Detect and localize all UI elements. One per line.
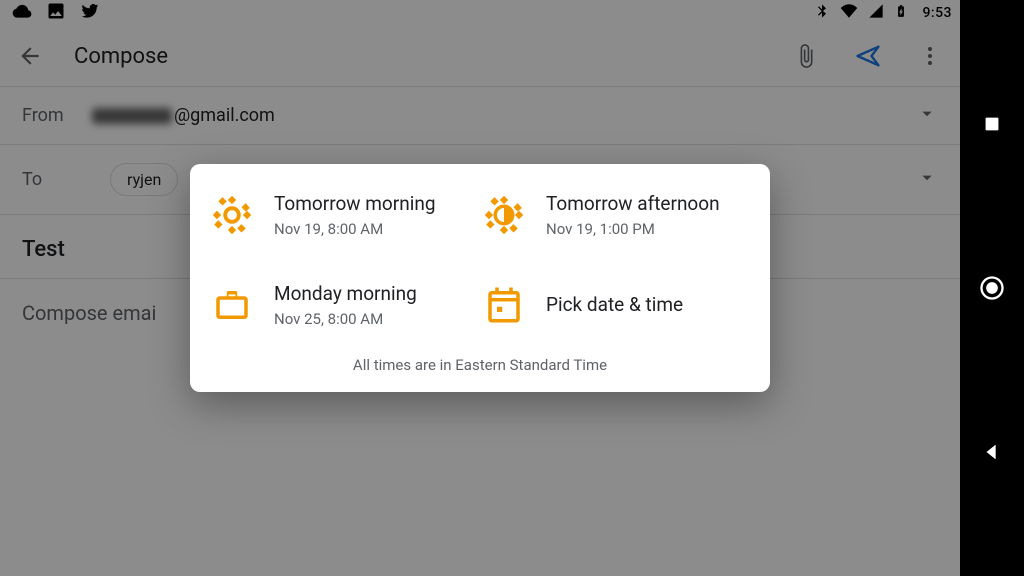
nav-back-button[interactable] — [978, 438, 1006, 466]
dialog-timezone-note: All times are in Eastern Standard Time — [210, 356, 750, 374]
app-surface: 9:53 Compose From @gmail.com To ryj — [0, 0, 960, 576]
briefcase-icon — [210, 283, 254, 327]
option-pick-date-time[interactable]: Pick date & time — [482, 282, 750, 328]
option-subtitle: Nov 19, 8:00 AM — [274, 220, 435, 238]
schedule-send-dialog: Tomorrow morning Nov 19, 8:00 AM Tomorro… — [190, 164, 770, 392]
system-nav-bar — [960, 0, 1024, 576]
half-sun-icon — [482, 193, 526, 237]
option-monday-morning[interactable]: Monday morning Nov 25, 8:00 AM — [210, 282, 478, 328]
calendar-icon — [482, 283, 526, 327]
nav-home-button[interactable] — [978, 274, 1006, 302]
option-title: Tomorrow morning — [274, 192, 435, 216]
option-subtitle: Nov 19, 1:00 PM — [546, 220, 720, 238]
sun-icon — [210, 193, 254, 237]
option-title: Tomorrow afternoon — [546, 192, 720, 216]
option-title: Pick date & time — [546, 293, 683, 317]
nav-recents-button[interactable] — [978, 110, 1006, 138]
option-title: Monday morning — [274, 282, 417, 306]
option-subtitle: Nov 25, 8:00 AM — [274, 310, 417, 328]
option-tomorrow-afternoon[interactable]: Tomorrow afternoon Nov 19, 1:00 PM — [482, 192, 750, 238]
option-tomorrow-morning[interactable]: Tomorrow morning Nov 19, 8:00 AM — [210, 192, 478, 238]
